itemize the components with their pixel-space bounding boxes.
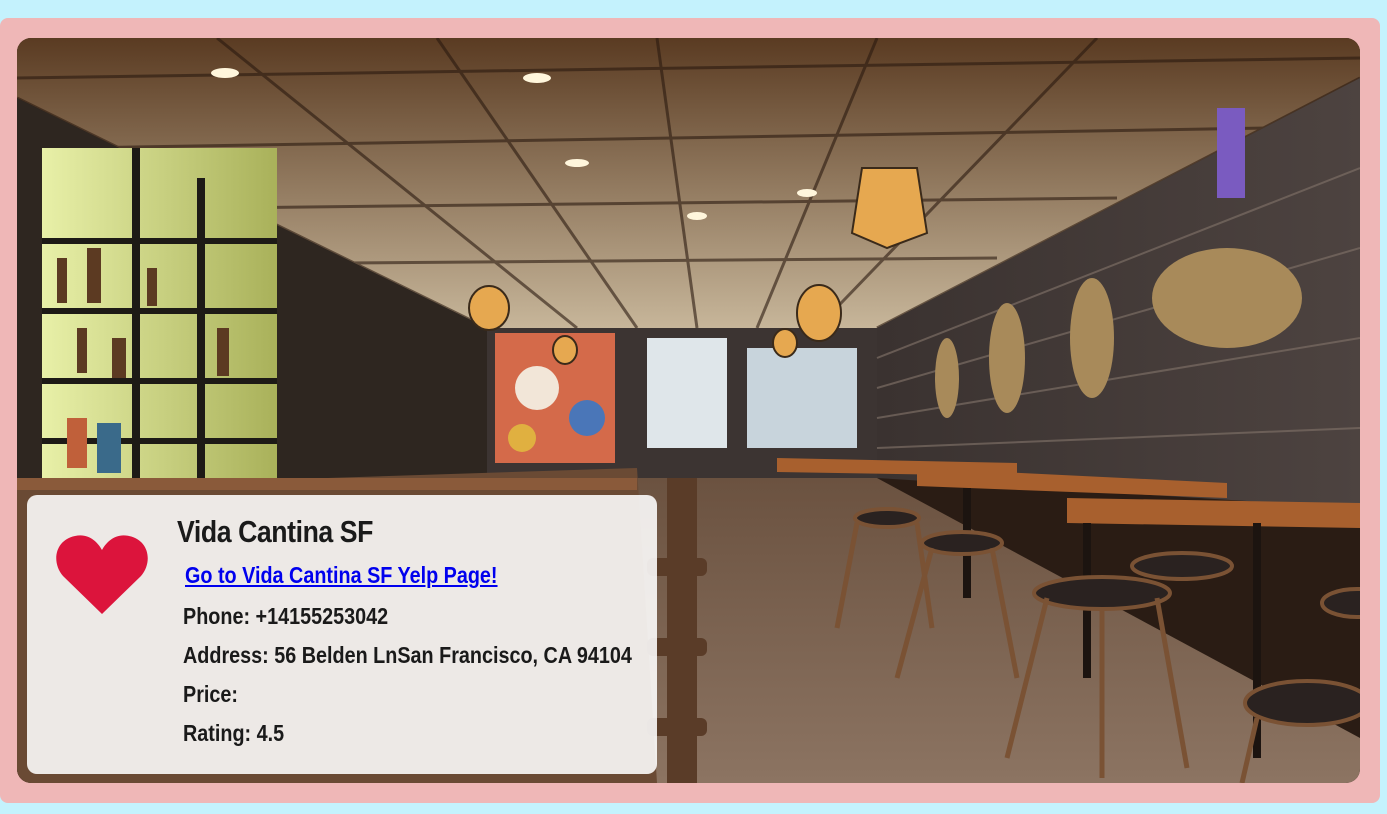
restaurant-name: Vida Cantina SF [177,514,374,549]
rating-text: Rating: 4.5 [183,720,285,746]
address-text: Address: 56 Belden LnSan Francisco, CA 9… [183,642,632,668]
heart-icon[interactable] [55,532,149,616]
price-text: Price: [183,681,238,707]
phone-text: Phone: +14155253042 [183,603,389,629]
yelp-page-link[interactable]: Go to Vida Cantina SF Yelp Page! [185,562,498,589]
